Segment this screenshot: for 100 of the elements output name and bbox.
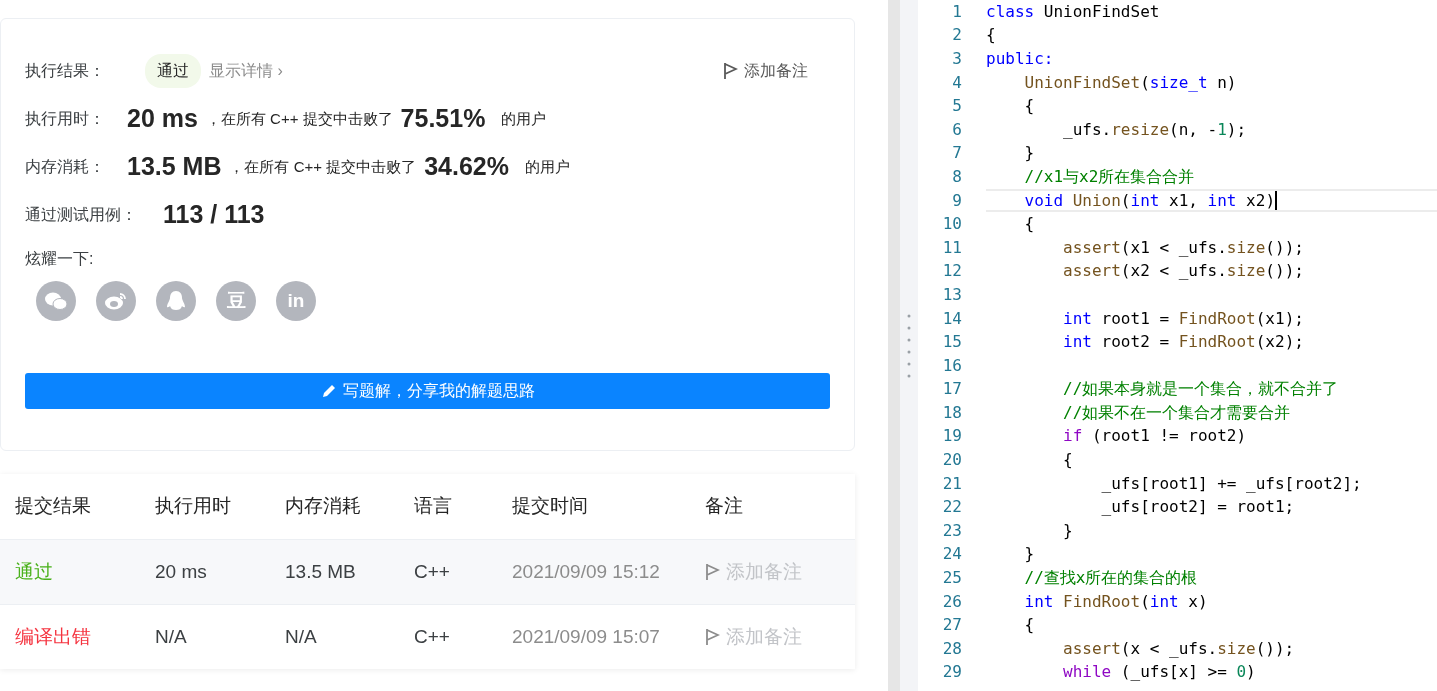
share-button[interactable] bbox=[36, 281, 76, 321]
line-number: 1 bbox=[951, 0, 962, 23]
field-label: 内存消耗： bbox=[25, 157, 106, 177]
line-number: 11 bbox=[941, 236, 962, 259]
stat-percent: 75.51% bbox=[400, 103, 486, 135]
line-number: 21 bbox=[941, 472, 962, 495]
share-button[interactable] bbox=[156, 281, 196, 321]
stat-text: ，在所有 C++ 提交中击败了 bbox=[205, 108, 393, 129]
line-number: 9 bbox=[951, 189, 962, 212]
penguin-icon bbox=[166, 290, 186, 312]
code-line: _ufs[root1] += _ufs[root2]; bbox=[1100, 472, 1363, 495]
line-number: 5 bbox=[951, 95, 962, 118]
resize-handle-icon[interactable] bbox=[907, 313, 911, 378]
column-header: 提交结果 bbox=[15, 494, 92, 519]
table-cell-text: N/A bbox=[285, 624, 318, 649]
pencil-icon bbox=[320, 383, 337, 399]
line-number: 27 bbox=[941, 614, 962, 637]
code-line: public: bbox=[986, 48, 1055, 70]
line-number: 8 bbox=[951, 165, 962, 188]
line-number: 3 bbox=[951, 48, 962, 70]
line-number: 20 bbox=[941, 449, 962, 472]
code-line: class UnionFindSet bbox=[986, 0, 1161, 23]
line-number: 23 bbox=[941, 519, 962, 542]
table-cell-text: 13.5 MB bbox=[285, 559, 357, 584]
field-label: 通过测试用例： bbox=[25, 205, 138, 225]
column-header: 备注 bbox=[705, 494, 744, 519]
line-number: 18 bbox=[941, 401, 962, 424]
code-line: } bbox=[1062, 519, 1074, 542]
line-number: 29 bbox=[941, 661, 962, 684]
code-line: while (_ufs[x] >= 0) bbox=[1062, 661, 1257, 684]
swirl-icon bbox=[104, 291, 128, 311]
table-cell-text: C++ bbox=[414, 624, 451, 649]
stat-text: 的用户 bbox=[524, 156, 570, 177]
status-badge: 通过 bbox=[145, 54, 201, 88]
flag-icon bbox=[705, 563, 720, 581]
flag-icon bbox=[723, 62, 738, 80]
status-link[interactable]: 编译出错 bbox=[15, 622, 155, 652]
column-header: 内存消耗 bbox=[285, 494, 362, 519]
code-line: _ufs[root2] = root1; bbox=[1100, 496, 1296, 519]
line-number: 24 bbox=[941, 543, 962, 566]
test-count: 113 / 113 bbox=[163, 199, 265, 231]
code-line: int root2 = FindRoot(x2); bbox=[1062, 331, 1305, 354]
code-line: assert(x1 < _ufs.size()); bbox=[1062, 236, 1305, 259]
text-cursor bbox=[1275, 191, 1277, 211]
code-line: { bbox=[1023, 213, 1036, 236]
code-line: } bbox=[1023, 543, 1036, 566]
stat-value: 20 ms bbox=[127, 103, 198, 135]
code-line: //x1与x2所在集合合并 bbox=[1023, 165, 1196, 188]
code-line: { bbox=[1023, 95, 1036, 118]
line-number: 19 bbox=[941, 425, 962, 448]
code-line: { bbox=[1062, 449, 1074, 472]
line-number: 7 bbox=[951, 142, 962, 165]
status-link[interactable]: 通过 bbox=[15, 557, 155, 587]
code-line: { bbox=[1023, 614, 1036, 637]
line-number: 22 bbox=[941, 496, 962, 519]
column-header: 语言 bbox=[414, 494, 453, 519]
field-label: 执行结果： bbox=[25, 61, 106, 81]
share-button[interactable] bbox=[96, 281, 136, 321]
stat-value: 13.5 MB bbox=[127, 151, 222, 183]
code-line: assert(x < _ufs.size()); bbox=[1062, 637, 1296, 660]
code-line: void Union(int x1, int x2) bbox=[986, 188, 1437, 213]
add-note-button[interactable]: 添加备注 bbox=[705, 622, 855, 652]
table-cell-text: C++ bbox=[414, 559, 451, 584]
details-link[interactable]: 显示详情 › bbox=[209, 59, 283, 83]
line-number: 6 bbox=[951, 118, 962, 141]
code-line: if (root1 != root2) bbox=[1062, 425, 1248, 448]
field-label: 执行用时： bbox=[25, 109, 106, 129]
line-number: 28 bbox=[941, 637, 962, 660]
table-cell-text: 2021/09/09 15:07 bbox=[512, 624, 661, 649]
column-header: 提交时间 bbox=[512, 494, 589, 519]
code-line: _ufs.resize(n, -1); bbox=[1062, 118, 1248, 141]
stat-text: ，在所有 C++ 提交中击败了 bbox=[229, 156, 417, 177]
line-number: 12 bbox=[941, 260, 962, 283]
add-note-button[interactable]: 添加备注 bbox=[717, 58, 814, 84]
code-line: } bbox=[1023, 142, 1036, 165]
share-label: 炫耀一下: bbox=[25, 249, 94, 269]
table-cell-text: N/A bbox=[155, 624, 188, 649]
column-header: 执行用时 bbox=[155, 494, 232, 519]
write-solution-button[interactable]: 写题解，分享我的解题思路 bbox=[25, 373, 830, 409]
code-line: //如果本身就是一个集合，就不合并了 bbox=[1062, 378, 1340, 401]
share-button[interactable]: in bbox=[276, 281, 316, 321]
line-number: 16 bbox=[941, 354, 962, 377]
line-number: 2 bbox=[951, 24, 962, 47]
chat-icon bbox=[44, 291, 68, 311]
line-number: 17 bbox=[941, 378, 962, 401]
code-line: { bbox=[986, 24, 997, 47]
line-number: 10 bbox=[941, 213, 962, 236]
line-number: 13 bbox=[941, 283, 962, 306]
code-line: //如果不在一个集合才需要合并 bbox=[1062, 401, 1292, 424]
stat-text: 的用户 bbox=[501, 108, 547, 129]
code-line: int root1 = FindRoot(x1); bbox=[1062, 307, 1305, 330]
code-line: UnionFindSet(size_t n) bbox=[1023, 71, 1238, 94]
table-cell-text: 2021/09/09 15:12 bbox=[512, 559, 661, 584]
line-number: 25 bbox=[941, 567, 962, 590]
line-number: 15 bbox=[941, 331, 962, 354]
line-number: 4 bbox=[951, 71, 962, 94]
flag-icon bbox=[705, 628, 720, 646]
share-button[interactable]: 豆 bbox=[216, 281, 256, 321]
code-line: assert(x2 < _ufs.size()); bbox=[1062, 260, 1305, 283]
stat-percent: 34.62% bbox=[424, 151, 509, 183]
